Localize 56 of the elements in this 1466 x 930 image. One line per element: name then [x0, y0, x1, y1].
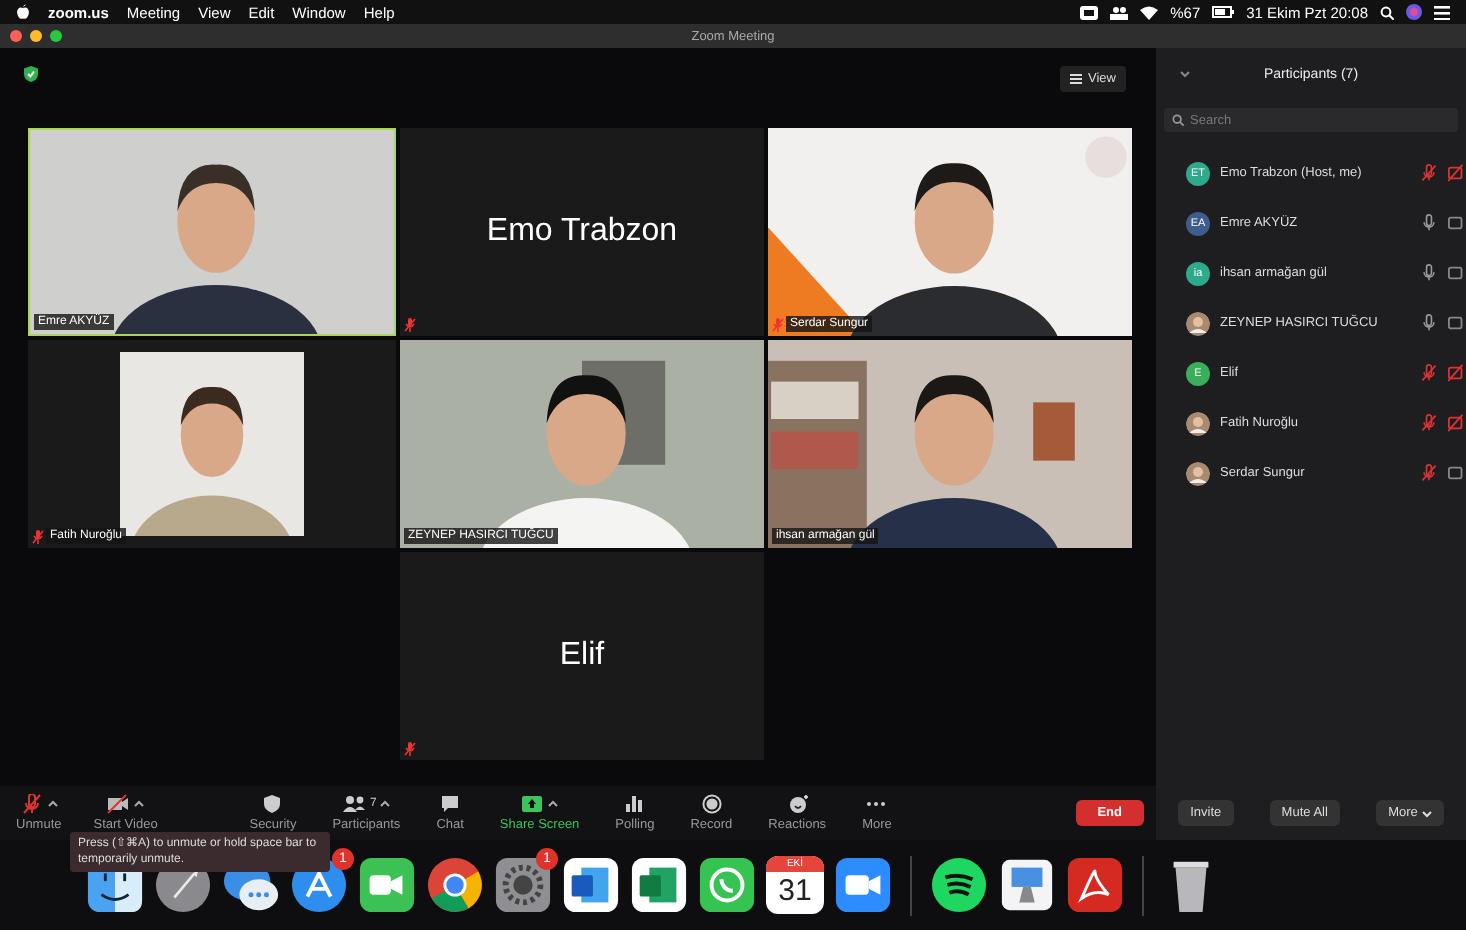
video-off-icon[interactable] [1448, 414, 1466, 432]
caret-icon[interactable] [134, 800, 145, 808]
participant-name: Emo Trabzon [486, 214, 678, 250]
muted-microphone-icon[interactable] [1420, 464, 1438, 482]
video-icon[interactable] [1448, 464, 1466, 482]
record-icon [699, 794, 724, 814]
gear-icon[interactable] [494, 856, 552, 914]
browser-icon[interactable] [426, 856, 484, 914]
caret-icon [1421, 809, 1432, 817]
spreadsheet-icon[interactable] [630, 856, 688, 914]
muted-microphone-icon[interactable] [1420, 364, 1438, 382]
podium-icon[interactable] [998, 856, 1056, 914]
caret-icon[interactable] [47, 800, 58, 808]
document-icon[interactable] [562, 856, 620, 914]
microphone-icon[interactable] [1420, 214, 1438, 232]
video-off-icon[interactable] [1448, 364, 1466, 382]
microphone-icon[interactable] [1420, 314, 1438, 332]
search-icon[interactable] [1380, 5, 1394, 19]
menu-icon [1070, 74, 1083, 84]
muted-microphone-icon[interactable] [1420, 164, 1438, 182]
video-icon[interactable] [1448, 214, 1466, 232]
microphone-icon[interactable] [1420, 264, 1438, 282]
list-icon[interactable] [1434, 5, 1450, 19]
maximize-button[interactable] [50, 30, 62, 42]
video-icon[interactable] [1448, 314, 1466, 332]
shield-icon[interactable] [24, 66, 38, 82]
people-icon[interactable] [1110, 5, 1129, 19]
video-icon[interactable] [1448, 264, 1466, 282]
video-off-icon[interactable] [1448, 164, 1466, 182]
display-icon[interactable] [1080, 5, 1099, 19]
phone-bubble-icon[interactable] [698, 856, 756, 914]
bar-chart-icon [622, 794, 647, 814]
people-icon [342, 794, 367, 814]
video-tile[interactable]: Emo Trabzon [400, 128, 764, 336]
participant-name: Elif [559, 638, 605, 674]
battery-icon[interactable] [1212, 6, 1235, 18]
video-camera-icon[interactable] [834, 856, 892, 914]
wifi-icon[interactable] [1140, 5, 1159, 19]
orb-icon[interactable] [1406, 4, 1422, 20]
video-tile[interactable]: Elif [400, 552, 764, 760]
pdf-icon[interactable] [1066, 856, 1124, 914]
video-off-icon [106, 794, 131, 814]
muted-microphone-icon [19, 794, 44, 814]
video-call-icon[interactable] [358, 856, 416, 914]
chevron-icon[interactable] [1180, 70, 1190, 78]
smiley-icon [785, 794, 810, 814]
share-screen-icon [520, 794, 545, 814]
caret-icon[interactable] [380, 800, 391, 808]
sound-waves-icon[interactable] [930, 856, 988, 914]
apple-icon[interactable] [16, 4, 30, 20]
minimize-button[interactable] [30, 30, 42, 42]
caret-icon[interactable] [548, 800, 559, 808]
chat-bubble-icon [438, 794, 463, 814]
close-button[interactable] [10, 30, 22, 42]
muted-microphone-icon[interactable] [1420, 414, 1438, 432]
shield-icon [260, 794, 285, 814]
